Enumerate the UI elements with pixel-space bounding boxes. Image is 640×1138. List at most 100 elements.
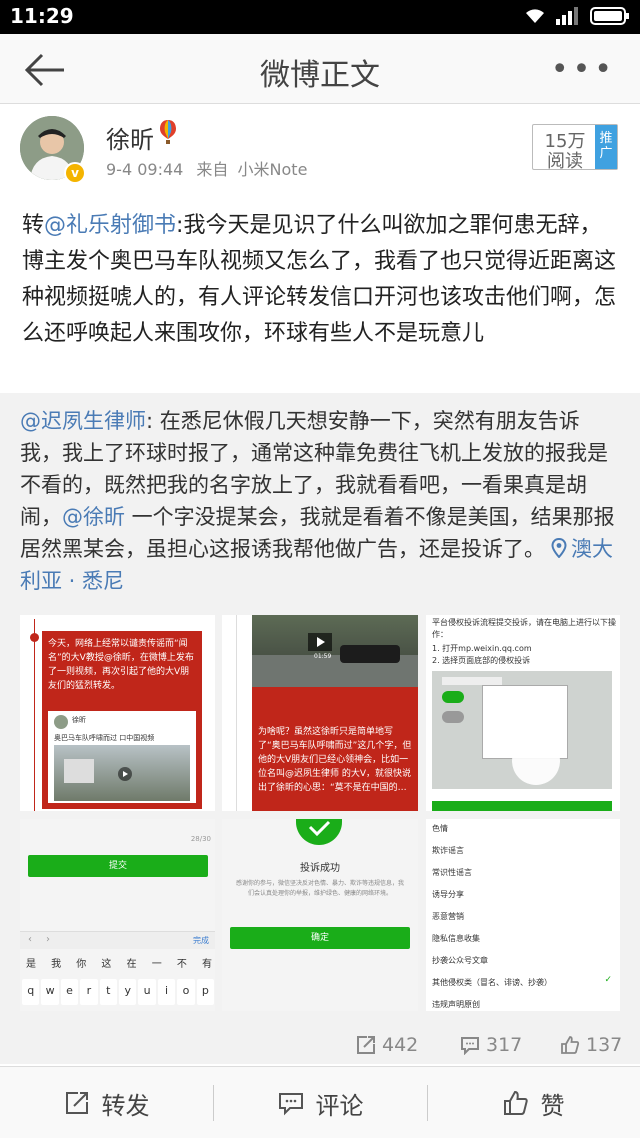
comment-icon <box>278 1093 303 1116</box>
phone-screenshot <box>432 671 612 789</box>
post-meta: 9-4 09:44 来自 小米Note <box>106 156 307 180</box>
image-thumb-3[interactable]: 平台侵权投诉流程提交投诉，请在电脑上进行以下操作： 1. 打开mp.weixin… <box>426 615 620 811</box>
quoted-text: @迟夙生律师: 在悉尼休假几天想安静一下，突然有朋友告诉我，我上了环球时报了，通… <box>20 405 620 597</box>
post-text: 转@礼乐射御书:我今天是见识了什么叫欲加之罪何患无辞，博主发个奥巴马车队视频又怎… <box>22 208 622 352</box>
ime-candidate[interactable]: 一 <box>152 955 162 970</box>
key[interactable]: e <box>60 979 79 1005</box>
article-text-2: 为啥呢？虽然这徐昕只是简单地写了“奥巴马车队呼啸而过”这几个字，但他的大V朋友们… <box>258 727 412 793</box>
status-bar: 11:29 <box>0 0 640 34</box>
article-banner: 今天，网络上经常以谴责传谣而“闻名”的大V教授@徐昕，在微博上发布了一则视频，再… <box>42 631 202 809</box>
comment-label: 评论 <box>315 1091 364 1120</box>
key[interactable]: y <box>119 979 137 1005</box>
key[interactable]: w <box>41 979 59 1005</box>
image-thumb-5[interactable]: 投诉成功 感谢你的参与，微信坚决反对色情、暴力、欺诈等违规信息，我们会认真处理你… <box>222 819 418 1011</box>
read-label: 阅读 <box>547 151 583 172</box>
report-option[interactable]: 恶意营销 <box>432 911 464 922</box>
status-time: 11:29 <box>10 4 74 28</box>
selected-check-icon: ✓ <box>604 975 612 985</box>
report-option[interactable]: 色情 <box>432 823 448 834</box>
back-arrow-icon[interactable] <box>20 50 70 90</box>
image-thumb-6[interactable]: 色情 欺诈谣言 常识性谣言 诱导分享 恶意营销 隐私信息收集 抄袭公众号文章 其… <box>426 819 620 1011</box>
success-title: 投诉成功 <box>300 863 340 874</box>
source-prefix: 来自 <box>196 160 229 179</box>
key[interactable]: t <box>99 979 118 1005</box>
read-count-box: 15万 阅读 推广 <box>532 124 618 172</box>
image-thumb-1[interactable]: 今天，网络上经常以谴责传谣而“闻名”的大V教授@徐昕，在微博上发布了一则视频，再… <box>20 615 215 811</box>
char-counter: 28/30 <box>190 835 211 843</box>
more-menu-icon[interactable]: ••• <box>551 52 616 87</box>
repost-button[interactable]: 转发 <box>0 1067 213 1138</box>
comment-stat[interactable]: 317 <box>460 1034 522 1056</box>
location-pin-icon <box>551 537 567 559</box>
battery-icon <box>590 7 629 25</box>
like-button[interactable]: 赞 <box>427 1067 640 1138</box>
repost-stat[interactable]: 442 <box>356 1034 418 1056</box>
keyboard-row: q w e r t y u i o p <box>22 979 215 1005</box>
quoted-mention-link[interactable]: @徐昕 <box>62 505 125 529</box>
user-name[interactable]: 徐昕 <box>106 120 154 155</box>
report-option[interactable]: 抄袭公众号文章 <box>432 955 488 966</box>
prev-field-icon[interactable]: ‹ <box>28 934 32 945</box>
confirm-button[interactable]: 确定 <box>230 927 410 949</box>
verified-badge-icon: v <box>64 162 86 184</box>
submit-button[interactable]: 提交 <box>28 855 208 877</box>
promote-button[interactable]: 推广 <box>595 125 617 169</box>
like-count: 137 <box>586 1034 623 1056</box>
mention-link[interactable]: @礼乐射御书 <box>44 213 176 238</box>
report-option[interactable]: 其他侵权类（冒名、诽谤、抄袭） <box>432 977 552 988</box>
report-step-1: 1. 打开mp.weixin.qq.com <box>432 644 532 653</box>
video-time: 01:59 <box>314 653 332 660</box>
quoted-post[interactable]: @迟夙生律师: 在悉尼休假几天想安静一下，突然有朋友告诉我，我上了环球时报了，通… <box>0 393 640 1043</box>
post-header: v 徐昕 9-4 09:44 来自 小米Note 15万 阅读 推广 <box>0 104 640 200</box>
key[interactable]: r <box>80 979 98 1005</box>
card-user: 徐昕 <box>72 716 86 724</box>
quoted-author-link[interactable]: @迟夙生律师 <box>20 409 146 433</box>
like-stat[interactable]: 137 <box>560 1034 622 1056</box>
next-field-icon[interactable]: › <box>46 934 50 945</box>
repost-icon <box>357 1036 375 1054</box>
repost-label: 转发 <box>101 1091 150 1120</box>
key[interactable]: i <box>157 979 176 1005</box>
ime-candidate[interactable]: 在 <box>127 955 137 970</box>
ime-candidate[interactable]: 这 <box>101 955 111 970</box>
thumbs-up-icon <box>503 1090 528 1115</box>
success-check-icon <box>296 819 342 845</box>
ime-candidate[interactable]: 不 <box>177 955 187 970</box>
key[interactable]: q <box>22 979 40 1005</box>
done-button[interactable]: 完成 <box>193 935 209 946</box>
weibo-card: 徐昕 奥巴马车队呼啸而过 口中国视频 <box>48 711 196 803</box>
comment-icon <box>461 1037 479 1055</box>
ime-candidates: 是 我 你 这 在 一 不 有 <box>26 955 212 970</box>
article-banner-text: 今天，网络上经常以谴责传谣而“闻名”的大V教授@徐昕，在微博上发布了一则视频，再… <box>48 639 194 691</box>
report-option[interactable]: 诱导分享 <box>432 889 464 900</box>
ime-candidate[interactable]: 你 <box>76 955 86 970</box>
post-stats: 442 317 137 <box>0 1030 640 1064</box>
image-thumb-2[interactable]: 01:59 为啥呢？虽然这徐昕只是简单地写了“奥巴马车队呼啸而过”这几个字，但他… <box>222 615 418 811</box>
report-option[interactable]: 欺诈谣言 <box>432 845 464 856</box>
key[interactable]: o <box>177 979 195 1005</box>
comment-button[interactable]: 评论 <box>214 1067 427 1138</box>
wifi-icon <box>526 9 544 23</box>
key[interactable]: p <box>196 979 215 1005</box>
success-desc: 感谢你的参与，微信坚决反对色情、暴力、欺诈等违规信息，我们会认真处理你的举报，维… <box>236 880 405 897</box>
key[interactable]: u <box>138 979 156 1005</box>
report-option[interactable]: 违规声明原创 <box>432 999 480 1010</box>
status-icons <box>524 6 630 26</box>
comment-count: 317 <box>486 1034 523 1056</box>
thumbs-up-icon <box>561 1036 580 1054</box>
post-text-prefix: 转 <box>22 213 45 238</box>
balloon-badge-icon <box>160 120 176 144</box>
repost-icon <box>65 1092 88 1114</box>
ime-candidate[interactable]: 有 <box>202 955 212 970</box>
image-grid: 今天，网络上经常以谴责传谣而“闻名”的大V教授@徐昕，在微博上发布了一则视频，再… <box>20 615 620 1015</box>
page-title: 微博正文 <box>260 58 380 93</box>
bottom-action-bar: 转发 评论 赞 <box>0 1066 640 1138</box>
image-thumb-4[interactable]: 28/30 提交 ‹ › 完成 是 我 你 这 在 一 不 有 q w e r <box>20 819 215 1011</box>
signal-icon <box>556 7 578 25</box>
report-instruction: 平台侵权投诉流程提交投诉，请在电脑上进行以下操作： <box>432 618 616 639</box>
post-source: 小米Note <box>237 160 308 179</box>
ime-candidate[interactable]: 是 <box>26 955 36 970</box>
ime-candidate[interactable]: 我 <box>51 955 61 970</box>
report-option[interactable]: 隐私信息收集 <box>432 933 480 944</box>
report-option[interactable]: 常识性谣言 <box>432 867 472 878</box>
